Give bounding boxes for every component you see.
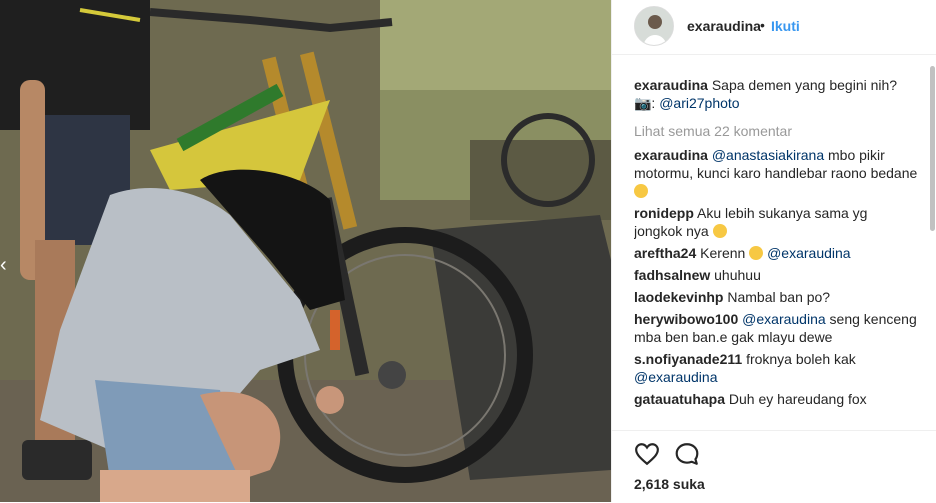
post-sidebar: exaraudina • Ikuti exaraudina Sapa demen… bbox=[611, 0, 936, 502]
comment-mention-link[interactable]: @exaraudina bbox=[742, 311, 826, 327]
comment-item: s.nofiyanade211 froknya boleh kak @exara… bbox=[634, 350, 919, 386]
scrollbar-thumb[interactable] bbox=[930, 66, 935, 231]
comment-username[interactable]: ronidepp bbox=[634, 205, 694, 221]
comment-username[interactable]: laodekevinhp bbox=[634, 289, 723, 305]
comment-username[interactable]: fadhsalnew bbox=[634, 267, 710, 283]
avatar-image bbox=[635, 7, 673, 45]
view-all-comments-link[interactable]: Lihat semua 22 komentar bbox=[634, 122, 919, 140]
likes-count[interactable]: 2,618 suka bbox=[634, 476, 705, 492]
comment-text: Kerenn bbox=[700, 245, 746, 261]
laughing-face-icon bbox=[712, 224, 727, 238]
avatar[interactable] bbox=[634, 6, 674, 46]
comment-mention-link[interactable]: @exaraudina bbox=[634, 369, 718, 385]
comments-list[interactable]: exaraudina Sapa demen yang begini nih? 📷… bbox=[634, 76, 919, 430]
post-photo[interactable]: ‹ bbox=[0, 0, 611, 502]
comment-username[interactable]: exaraudina bbox=[634, 147, 708, 163]
comment-item: gatauatuhapa Duh ey hareudang fox bbox=[634, 390, 919, 408]
separator-dot: • bbox=[760, 17, 765, 33]
camera-icon: 📷: bbox=[634, 95, 656, 111]
comment-text: Nambal ban po? bbox=[727, 289, 831, 305]
comment-item: exaraudina @anastasiakirana mbo pikir mo… bbox=[634, 146, 919, 200]
laughing-face-icon bbox=[634, 184, 648, 198]
post-actions: 2,618 suka bbox=[612, 430, 936, 503]
comment-item: fadhsalnew uhuhuu bbox=[634, 266, 919, 284]
post-header: exaraudina • Ikuti bbox=[612, 0, 936, 55]
caption-credit-link[interactable]: @ari27photo bbox=[659, 95, 739, 111]
comment-text: uhuhuu bbox=[714, 267, 761, 283]
speech-bubble-icon[interactable] bbox=[674, 441, 700, 467]
caption-username[interactable]: exaraudina bbox=[634, 77, 708, 93]
heart-icon[interactable] bbox=[634, 441, 660, 467]
comment-username[interactable]: herywibowo100 bbox=[634, 311, 738, 327]
follow-button[interactable]: Ikuti bbox=[771, 18, 800, 34]
photo-illustration bbox=[0, 0, 611, 502]
caption-text: Sapa demen yang begini nih? bbox=[711, 77, 898, 93]
comment-text: froknya boleh kak bbox=[746, 351, 856, 367]
comment-username[interactable]: gatauatuhapa bbox=[634, 391, 725, 407]
previous-arrow-icon[interactable]: ‹ bbox=[0, 250, 12, 280]
comment-item: laodekevinhp Nambal ban po? bbox=[634, 288, 919, 306]
comment-mention-link[interactable]: @anastasiakirana bbox=[712, 147, 824, 163]
comment-item: ronidepp Aku lebih sukanya sama yg jongk… bbox=[634, 204, 919, 240]
comment-item: herywibowo100 @exaraudina seng kenceng m… bbox=[634, 310, 919, 346]
comment-username[interactable]: s.nofiyanade211 bbox=[634, 351, 742, 367]
comment-text: Duh ey hareudang fox bbox=[728, 391, 867, 407]
comment-item: areftha24 Kerenn @exaraudina bbox=[634, 244, 919, 262]
caption: exaraudina Sapa demen yang begini nih? 📷… bbox=[634, 76, 919, 112]
comment-username[interactable]: areftha24 bbox=[634, 245, 696, 261]
scared-face-icon bbox=[749, 246, 764, 260]
header-username[interactable]: exaraudina bbox=[687, 18, 761, 34]
comment-mention-link[interactable]: @exaraudina bbox=[767, 245, 851, 261]
